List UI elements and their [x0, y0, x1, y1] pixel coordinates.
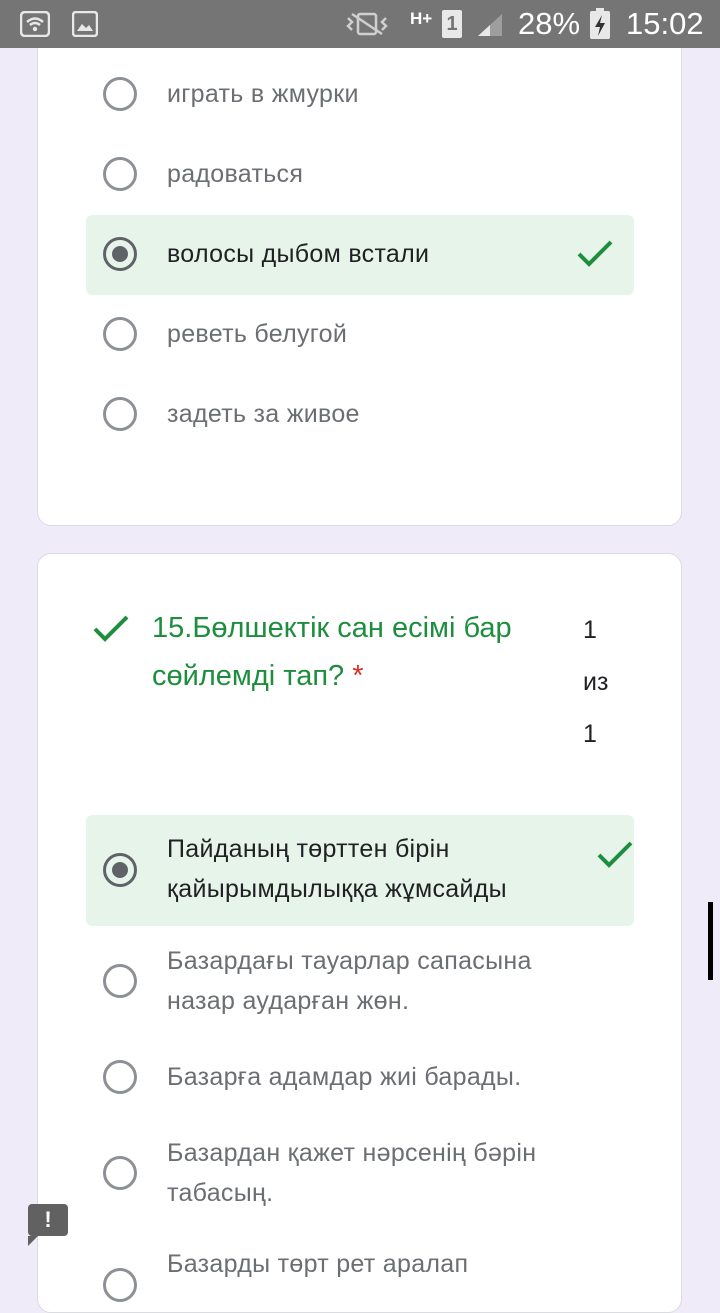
correct-check-icon [93, 615, 129, 642]
option-0-correct[interactable]: Пайданың төрттен бірін қайырымдылыққа жұ… [86, 815, 634, 926]
question-score: 1 из 1 [583, 604, 608, 760]
option-label: Пайданың төрттен бірін қайырымдылыққа жұ… [167, 835, 507, 903]
radio-button[interactable] [103, 1060, 137, 1094]
score-total: 1 [583, 720, 597, 748]
radio-button[interactable] [103, 317, 137, 351]
radio-button[interactable] [103, 157, 137, 191]
option-label: задеть за живое [167, 400, 360, 428]
score-of: из [583, 668, 609, 696]
radio-button[interactable] [103, 77, 137, 111]
battery-charging-icon [590, 8, 610, 39]
option-4[interactable]: Базарды төрт рет аралап [86, 1238, 634, 1302]
score-got: 1 [583, 616, 597, 644]
option-0[interactable]: играть в жмурки [86, 54, 634, 134]
option-label: Базарды төрт рет аралап [167, 1250, 469, 1278]
network-type: H+ [410, 9, 433, 28]
radio-button[interactable] [103, 1268, 137, 1302]
clock: 15:02 [626, 6, 704, 41]
required-asterisk: * [352, 660, 364, 692]
wifi-icon [20, 11, 50, 37]
radio-button[interactable] [103, 964, 137, 998]
question-text: 15.Бөлшектік сан есімі бар сөйлемді тап? [152, 612, 512, 692]
sim-badge: 1 [442, 10, 462, 38]
option-label: Базарға адамдар жиі барады. [167, 1063, 522, 1091]
vibrate-icon [346, 12, 388, 36]
option-label: волосы дыбом встали [167, 240, 430, 268]
radio-button[interactable] [103, 397, 137, 431]
radio-button-checked[interactable] [103, 853, 137, 887]
option-2[interactable]: Базарға адамдар жиі барады. [86, 1040, 634, 1116]
option-label: играть в жмурки [167, 80, 359, 108]
question-card-previous: играть в жмурки радоваться волосы дыбом … [37, 0, 682, 526]
option-1[interactable]: Базардағы тауарлар сапасына назар аударғ… [86, 934, 634, 1030]
check-icon [577, 240, 613, 267]
option-3[interactable]: реветь белугой [86, 294, 634, 374]
question-card-15: 15.Бөлшектік сан есімі бар сөйлемді тап?… [37, 553, 682, 1313]
radio-button[interactable] [103, 1156, 137, 1190]
check-icon [597, 841, 633, 868]
signal-icon [478, 14, 502, 36]
option-label: реветь белугой [167, 320, 348, 348]
feedback-icon: ! [44, 1207, 52, 1232]
status-bar: H+ 1 28% 15:02 [0, 0, 720, 48]
radio-button-checked[interactable] [103, 237, 137, 271]
option-label: Базардан қажет нәрсенің бәрін табасың. [167, 1139, 537, 1207]
question-title: 15.Бөлшектік сан есімі бар сөйлемді тап?… [152, 604, 572, 700]
option-2-correct[interactable]: волосы дыбом встали [86, 215, 634, 295]
option-4[interactable]: задеть за живое [86, 374, 634, 454]
battery-percent: 28% [518, 6, 581, 41]
gallery-icon [72, 11, 98, 37]
option-label: радоваться [167, 160, 304, 188]
option-1[interactable]: радоваться [86, 134, 634, 214]
option-3[interactable]: Базардан қажет нәрсенің бәрін табасың. [86, 1126, 634, 1222]
option-label: Базардағы тауарлар сапасына назар аударғ… [167, 947, 532, 1015]
feedback-button[interactable]: ! [28, 1204, 68, 1246]
scrollbar[interactable] [708, 902, 713, 980]
